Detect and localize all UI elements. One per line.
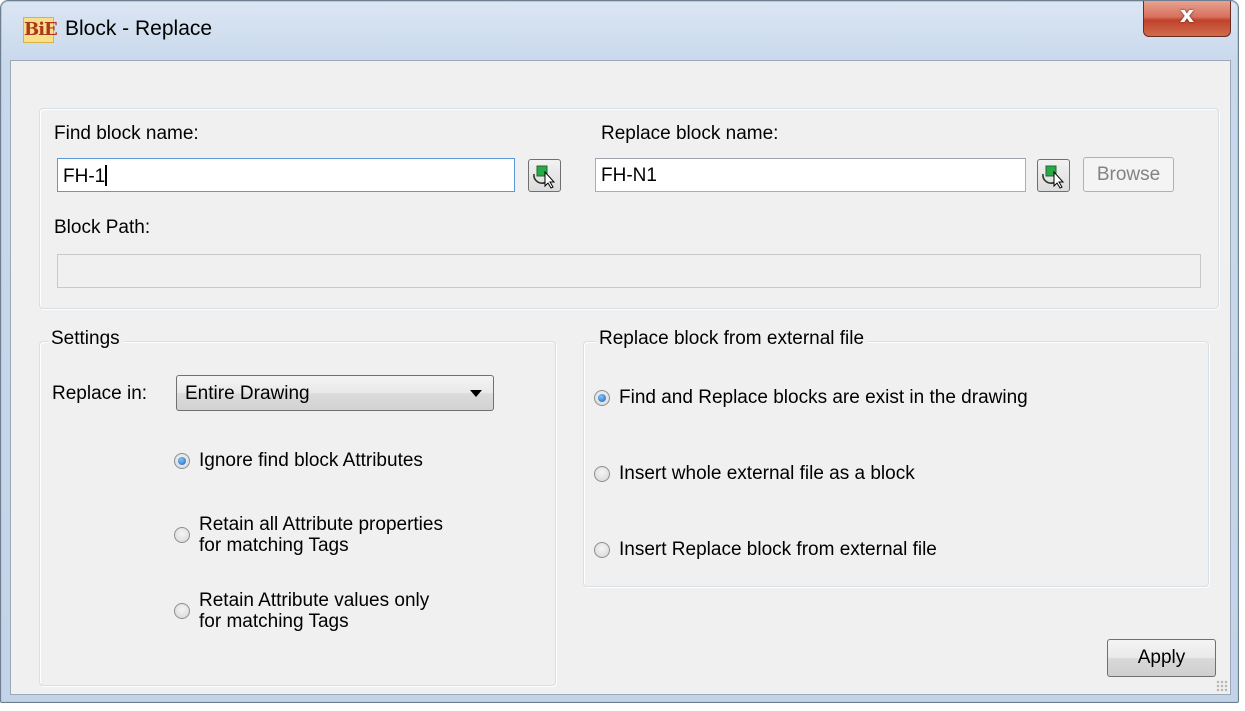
title-bar[interactable]: BiE Block - Replace x	[1, 1, 1238, 59]
radio-button[interactable]	[174, 603, 190, 619]
find-block-input[interactable]: FH-1	[57, 158, 515, 192]
find-block-label: Find block name:	[54, 123, 199, 144]
radio-label: Insert whole external file as a block	[619, 463, 915, 484]
radio-label: Retain all Attribute properties for matc…	[199, 514, 443, 556]
replace-block-value: FH-N1	[601, 165, 657, 186]
radio-button[interactable]	[594, 389, 610, 406]
radio-label-line1: Retain Attribute values only	[199, 590, 430, 611]
block-names-group: Find block name: FH-1 Replace block name…	[39, 108, 1219, 309]
find-block-value: FH-1	[63, 166, 106, 187]
replace-in-value: Entire Drawing	[185, 383, 310, 404]
radio-label: Find and Replace blocks are exist in the…	[619, 387, 1028, 408]
close-icon: x	[1179, 3, 1195, 28]
replace-block-label: Replace block name:	[601, 123, 779, 144]
pick-object-icon	[1042, 165, 1065, 189]
radio-label: Retain Attribute values only for matchin…	[199, 590, 429, 632]
external-file-group: Replace block from external file Find an…	[583, 328, 1209, 587]
radio-insert-replace-block[interactable]: Insert Replace block from external file	[594, 539, 937, 560]
radio-label: Insert Replace block from external file	[619, 539, 937, 560]
radio-blocks-exist-in-drawing[interactable]: Find and Replace blocks are exist in the…	[594, 387, 1028, 408]
replace-block-input[interactable]: FH-N1	[595, 158, 1026, 192]
radio-button[interactable]	[594, 541, 610, 558]
radio-button[interactable]	[174, 527, 190, 543]
close-button[interactable]: x	[1143, 1, 1231, 37]
settings-group: Settings Replace in: Entire Drawing Igno…	[39, 328, 556, 686]
radio-label-line1: Retain all Attribute properties	[199, 514, 443, 535]
radio-retain-values-only[interactable]: Retain Attribute values only for matchin…	[174, 590, 429, 632]
radio-label-line2: for matching Tags	[199, 611, 349, 632]
text-caret	[105, 165, 108, 186]
radio-button[interactable]	[174, 452, 190, 469]
replace-pick-button[interactable]	[1037, 159, 1070, 192]
radio-label: Ignore find block Attributes	[199, 450, 423, 471]
block-path-label: Block Path:	[54, 217, 151, 238]
radio-ignore-attributes[interactable]: Ignore find block Attributes	[174, 450, 423, 471]
apply-button[interactable]: Apply	[1107, 639, 1216, 677]
radio-button[interactable]	[594, 465, 610, 482]
browse-button[interactable]: Browse	[1083, 157, 1174, 192]
window-title: Block - Replace	[65, 17, 213, 40]
app-icon: BiE	[23, 17, 58, 43]
chevron-down-icon	[470, 390, 482, 397]
replace-in-select[interactable]: Entire Drawing	[176, 375, 494, 411]
dialog-window: BiE Block - Replace x Find block name: F…	[0, 0, 1239, 703]
dialog-body: Find block name: FH-1 Replace block name…	[10, 60, 1231, 695]
block-path-field	[57, 254, 1201, 288]
radio-insert-whole-file[interactable]: Insert whole external file as a block	[594, 463, 915, 484]
pick-object-icon	[533, 165, 556, 189]
settings-legend: Settings	[48, 328, 123, 350]
replace-in-label: Replace in:	[52, 383, 148, 404]
resize-grip-icon[interactable]	[1216, 680, 1228, 692]
radio-label-line2: for matching Tags	[199, 535, 349, 556]
find-pick-button[interactable]	[528, 159, 561, 192]
radio-retain-all-properties[interactable]: Retain all Attribute properties for matc…	[174, 514, 443, 556]
external-file-legend: Replace block from external file	[596, 328, 868, 350]
